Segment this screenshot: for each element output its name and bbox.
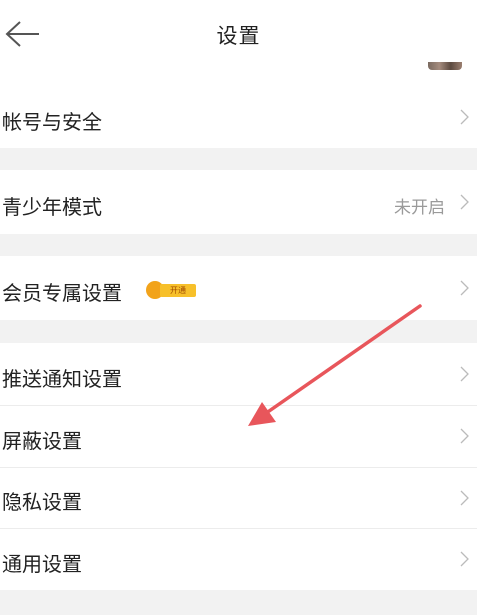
row-label: 推送通知设置 [2,367,122,391]
partial-profile-row[interactable] [0,62,477,86]
chevron-right-icon [460,109,469,125]
row-label: 青少年模式 [2,195,102,219]
vip-badge[interactable]: 开通 [146,281,196,299]
general-settings-row[interactable]: 通用设置 [0,529,477,590]
chevron-right-icon [460,194,469,210]
chevron-right-icon [460,490,469,506]
row-label: 会员专属设置 [2,281,122,305]
chevron-right-icon [460,280,469,296]
row-label: 隐私设置 [2,490,82,514]
chevron-right-icon [460,366,469,382]
teen-mode-row[interactable]: 青少年模式 未开启 [0,170,477,234]
row-label: 屏蔽设置 [2,429,82,453]
chevron-right-icon [460,428,469,444]
push-notification-row[interactable]: 推送通知设置 [0,343,477,405]
avatar [428,62,462,70]
account-security-row[interactable]: 帐号与安全 [0,86,477,148]
block-settings-row[interactable]: 屏蔽设置 [0,406,477,467]
chevron-right-icon [460,551,469,567]
row-status-value: 未开启 [394,198,445,218]
vip-open-label: 开通 [160,284,196,297]
app-header: 设置 [0,0,477,62]
row-label: 帐号与安全 [2,110,102,134]
privacy-settings-row[interactable]: 隐私设置 [0,468,477,528]
vip-settings-row[interactable]: 会员专属设置 开通 [0,256,477,320]
row-label: 通用设置 [2,552,82,576]
page-title: 设置 [216,24,261,48]
